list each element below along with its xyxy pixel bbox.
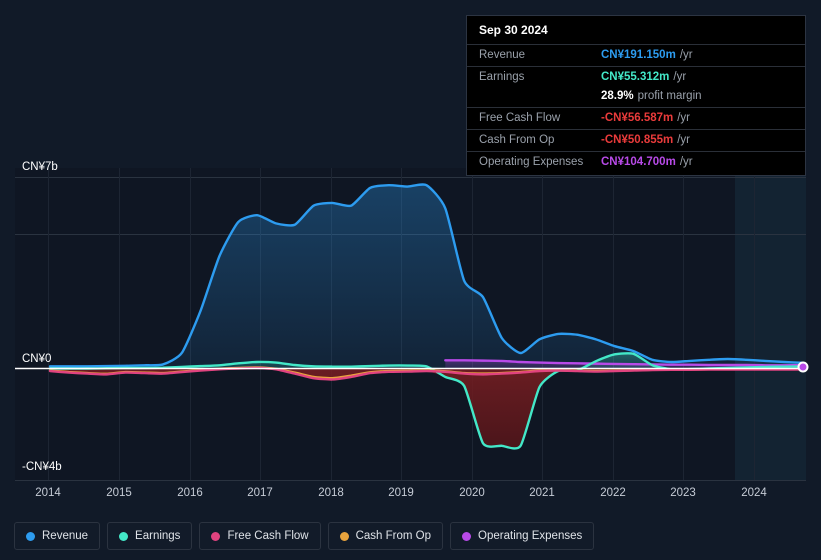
legend-item[interactable]: Operating Expenses — [450, 522, 595, 550]
tooltip-row-label: Operating Expenses — [479, 156, 584, 168]
tooltip-row-value: CN¥104.700m — [601, 156, 676, 168]
tooltip-row-value: -CN¥50.855m — [601, 134, 674, 146]
tooltip-row-unit: /yr — [679, 49, 693, 61]
tooltip-row-label: Free Cash Flow — [479, 112, 561, 124]
tooltip-row-unit: /yr — [679, 156, 693, 168]
legend-label: Revenue — [42, 530, 89, 542]
legend-color-dot — [339, 531, 349, 541]
tooltip-row-label: Revenue — [479, 49, 526, 61]
x-axis-tick-label: 2017 — [247, 487, 273, 499]
legend-item[interactable]: Revenue — [14, 522, 101, 550]
x-axis-ticks: 2014 2015 2016 2017 2018 2019 2020 2021 2022 2023… — [35, 487, 767, 499]
tooltip-date: Sep 30 2024 — [479, 23, 548, 37]
tooltip-row: Revenue CN¥191.150m/yr — [467, 44, 805, 66]
chart-legend: Revenue Earnings Free Cash Flow Cash From O… — [14, 522, 595, 550]
financials-chart-page: CN¥7b CN¥0 -CN¥4b 2014 2015 2016 2017 2018 20… — [0, 0, 821, 560]
legend-color-dot — [26, 531, 35, 541]
tooltip-row: Cash From Op -CN¥50.855m/yr — [467, 129, 805, 151]
tooltip-row-unit: /yr — [673, 71, 687, 83]
current-value-marker[interactable] — [797, 361, 809, 373]
x-axis-tick-label: 2019 — [388, 487, 414, 499]
x-axis-tick-label: 2024 — [741, 487, 767, 499]
tooltip-rows: Revenue CN¥191.150m/yr Earnings CN¥55.312m /… — [467, 44, 805, 173]
tooltip-row-unit: profit margin — [637, 90, 702, 102]
tooltip-row-value: -CN¥56.587m — [601, 112, 674, 124]
legend-label: Free Cash Flow — [227, 530, 309, 542]
tooltip-row: 28.9% profit margin — [467, 88, 805, 107]
highlight-band — [735, 168, 806, 480]
tooltip-row-value: CN¥55.312m — [601, 71, 670, 83]
tooltip-row-value: 28.9% — [601, 90, 634, 102]
tooltip-row-unit: /yr — [677, 134, 691, 146]
legend-label: Earnings — [135, 530, 181, 542]
y-axis-zero-label: CN¥0 — [22, 353, 51, 365]
tooltip-row: Free Cash Flow -CN¥56.587m/yr — [467, 107, 805, 129]
x-axis-tick-label: 2014 — [35, 487, 61, 499]
x-axis-tick-label: 2021 — [529, 487, 555, 499]
legend-color-dot — [119, 531, 129, 541]
legend-color-dot — [211, 531, 221, 541]
legend-label: Operating Expenses — [478, 530, 583, 542]
legend-item[interactable]: Cash From Op — [327, 522, 444, 550]
y-axis-bottom-label: -CN¥4b — [22, 461, 62, 473]
tooltip-row-label: Cash From Op — [479, 134, 555, 146]
legend-item[interactable]: Earnings — [107, 522, 193, 550]
y-axis-top-label: CN¥7b — [22, 161, 58, 173]
tooltip-row-value: CN¥191.150m — [601, 49, 676, 61]
x-axis-tick-label: 2023 — [670, 487, 696, 499]
tooltip-row-label: Earnings — [479, 71, 525, 83]
x-axis-tick-label: 2022 — [600, 487, 626, 499]
tooltip-row: Operating Expenses CN¥104.700m/yr — [467, 151, 805, 173]
x-axis-tick-label: 2018 — [318, 487, 344, 499]
tooltip-row-unit: /yr — [677, 112, 691, 124]
legend-label: Cash From Op — [355, 530, 432, 542]
x-axis-tick-label: 2020 — [459, 487, 485, 499]
legend-color-dot — [462, 531, 472, 541]
x-axis-tick-label: 2016 — [177, 487, 203, 499]
data-tooltip: Sep 30 2024 Revenue CN¥191.150m/yr Earning… — [466, 15, 806, 176]
legend-item[interactable]: Free Cash Flow — [199, 522, 321, 550]
x-axis-tick-label: 2015 — [106, 487, 132, 499]
tooltip-row: Earnings CN¥55.312m/yr — [467, 66, 805, 88]
